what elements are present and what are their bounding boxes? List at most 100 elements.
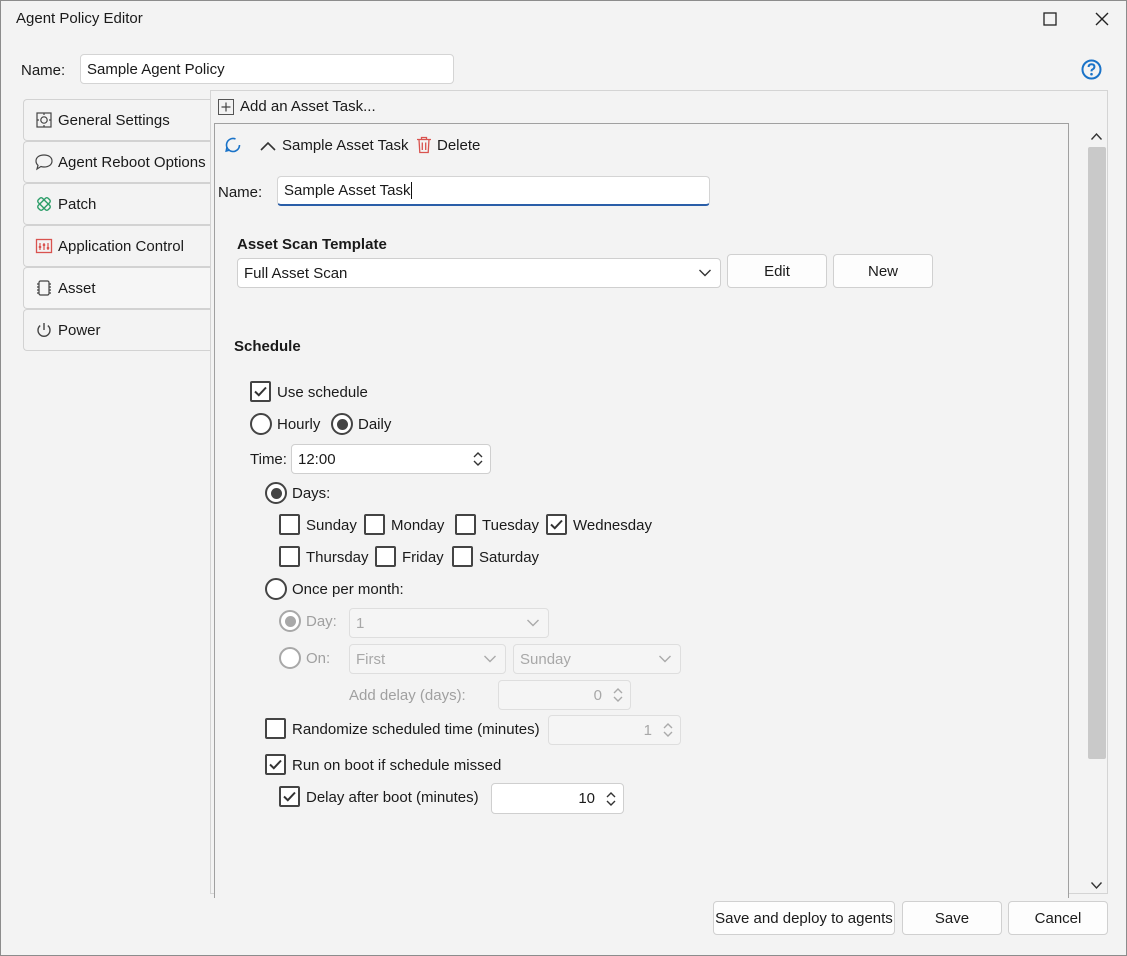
- sidebar-item-general-settings[interactable]: General Settings: [23, 99, 211, 141]
- run-on-boot-checkbox[interactable]: [265, 754, 286, 775]
- sunday-checkbox[interactable]: [279, 514, 300, 535]
- month-on-weekday-value: Sunday: [520, 650, 571, 668]
- delay-after-boot-checkbox[interactable]: [279, 786, 300, 807]
- delay-after-boot-value: 10: [578, 790, 595, 807]
- month-on-week-value: First: [356, 650, 386, 668]
- scroll-thumb[interactable]: [1088, 147, 1106, 759]
- template-heading: Asset Scan Template: [237, 236, 387, 253]
- checkmark-icon: [283, 791, 296, 802]
- power-icon: [34, 320, 54, 340]
- checkmark-icon: [550, 519, 563, 530]
- use-schedule-label: Use schedule: [277, 384, 368, 401]
- close-button[interactable]: [1079, 1, 1125, 37]
- sidebar-item-label: Application Control: [58, 237, 184, 255]
- patch-icon: [34, 194, 54, 214]
- scroll-up-button[interactable]: [1090, 128, 1103, 145]
- policy-name-label: Name:: [21, 62, 66, 79]
- chevron-down-icon: [484, 655, 496, 663]
- saturday-label: Saturday: [479, 549, 540, 566]
- run-task-button[interactable]: [223, 135, 243, 159]
- sidebar-item-label: Power: [58, 321, 101, 339]
- save-button[interactable]: Save: [902, 901, 1002, 935]
- days-label: Days:: [292, 485, 331, 502]
- month-on-weekday-select[interactable]: Sunday: [513, 644, 681, 674]
- edit-template-button[interactable]: Edit: [727, 254, 827, 288]
- thursday-checkbox[interactable]: [279, 546, 300, 567]
- sidebar-item-label: Agent Reboot Options: [58, 153, 206, 171]
- agent-policy-editor-window: Agent Policy Editor Name: Sample Agent P…: [0, 0, 1127, 956]
- randomize-spinner[interactable]: 1: [548, 715, 681, 745]
- sidebar-item-agent-reboot-options[interactable]: Agent Reboot Options: [23, 141, 211, 183]
- thursday-label: Thursday: [306, 549, 369, 566]
- help-button[interactable]: [1081, 59, 1102, 84]
- month-day-radio[interactable]: [279, 610, 301, 632]
- tuesday-checkbox[interactable]: [455, 514, 476, 535]
- plus-box-icon: [218, 98, 234, 115]
- chevron-down-icon: [699, 269, 711, 277]
- add-delay-spinner[interactable]: 0: [498, 680, 631, 710]
- maximize-button[interactable]: [1027, 1, 1073, 37]
- hourly-label: Hourly: [277, 416, 321, 433]
- add-asset-task-button[interactable]: Add an Asset Task...: [218, 98, 376, 115]
- month-on-week-select[interactable]: First: [349, 644, 506, 674]
- chip-icon: [34, 278, 54, 298]
- task-name-value: Sample Asset Task: [284, 182, 411, 199]
- sidebar-item-application-control[interactable]: Application Control: [23, 225, 211, 267]
- days-radio[interactable]: [265, 482, 287, 504]
- chevron-up-icon: [1090, 132, 1103, 140]
- sidebar-item-label: Asset: [58, 279, 96, 297]
- policy-name-input[interactable]: Sample Agent Policy: [80, 54, 454, 84]
- randomize-checkbox[interactable]: [265, 718, 286, 739]
- title-bar: Agent Policy Editor: [1, 1, 1126, 37]
- once-per-month-label: Once per month:: [292, 581, 404, 598]
- daily-label: Daily: [358, 416, 392, 433]
- add-asset-task-label: Add an Asset Task...: [240, 98, 376, 115]
- time-label: Time:: [250, 451, 287, 468]
- monday-checkbox[interactable]: [364, 514, 385, 535]
- month-on-radio[interactable]: [279, 647, 301, 669]
- delete-task-button[interactable]: Delete: [416, 136, 480, 154]
- template-select[interactable]: Full Asset Scan: [237, 258, 721, 288]
- task-name-label: Name:: [218, 184, 263, 201]
- sidebar-item-asset[interactable]: Asset: [23, 267, 211, 309]
- delay-after-boot-spinner[interactable]: 10: [491, 783, 624, 814]
- speech-bubble-icon: [34, 152, 54, 172]
- once-per-month-radio[interactable]: [265, 578, 287, 600]
- month-day-value: 1: [356, 614, 365, 632]
- chevron-down-icon: [1090, 882, 1103, 890]
- new-template-button[interactable]: New: [833, 254, 933, 288]
- month-on-label: On:: [306, 650, 331, 667]
- maximize-icon: [1043, 12, 1057, 26]
- schedule-heading: Schedule: [234, 338, 301, 355]
- checkmark-icon: [254, 386, 267, 397]
- save-and-deploy-button[interactable]: Save and deploy to agents: [713, 901, 895, 935]
- hourly-radio[interactable]: [250, 413, 272, 435]
- spinner-arrows-icon: [613, 688, 623, 702]
- sidebar-item-power[interactable]: Power: [23, 309, 211, 351]
- time-spinner[interactable]: 12:00: [291, 444, 491, 474]
- daily-radio[interactable]: [331, 413, 353, 435]
- sidebar-item-patch[interactable]: Patch: [23, 183, 211, 225]
- spinner-arrows-icon: [473, 452, 483, 466]
- use-schedule-checkbox[interactable]: [250, 381, 271, 402]
- month-day-select[interactable]: 1: [349, 608, 549, 638]
- scroll-down-button[interactable]: [1090, 877, 1103, 894]
- sunday-label: Sunday: [306, 517, 357, 534]
- gear-icon: [34, 110, 54, 130]
- task-name-input[interactable]: Sample Asset Task: [277, 176, 710, 206]
- trash-icon: [417, 136, 431, 154]
- cancel-button[interactable]: Cancel: [1008, 901, 1108, 935]
- wednesday-label: Wednesday: [573, 517, 652, 534]
- window-title: Agent Policy Editor: [16, 10, 143, 27]
- help-icon: [1081, 59, 1102, 80]
- delay-after-boot-label: Delay after boot (minutes): [306, 789, 479, 806]
- text-cursor: [411, 182, 413, 199]
- run-on-boot-label: Run on boot if schedule missed: [292, 757, 502, 774]
- close-icon: [1095, 12, 1109, 26]
- collapse-task-button[interactable]: Sample Asset Task: [259, 137, 408, 154]
- wednesday-checkbox[interactable]: [546, 514, 567, 535]
- friday-checkbox[interactable]: [375, 546, 396, 567]
- refresh-icon: [225, 137, 241, 153]
- saturday-checkbox[interactable]: [452, 546, 473, 567]
- sidebar-item-label: Patch: [58, 195, 97, 213]
